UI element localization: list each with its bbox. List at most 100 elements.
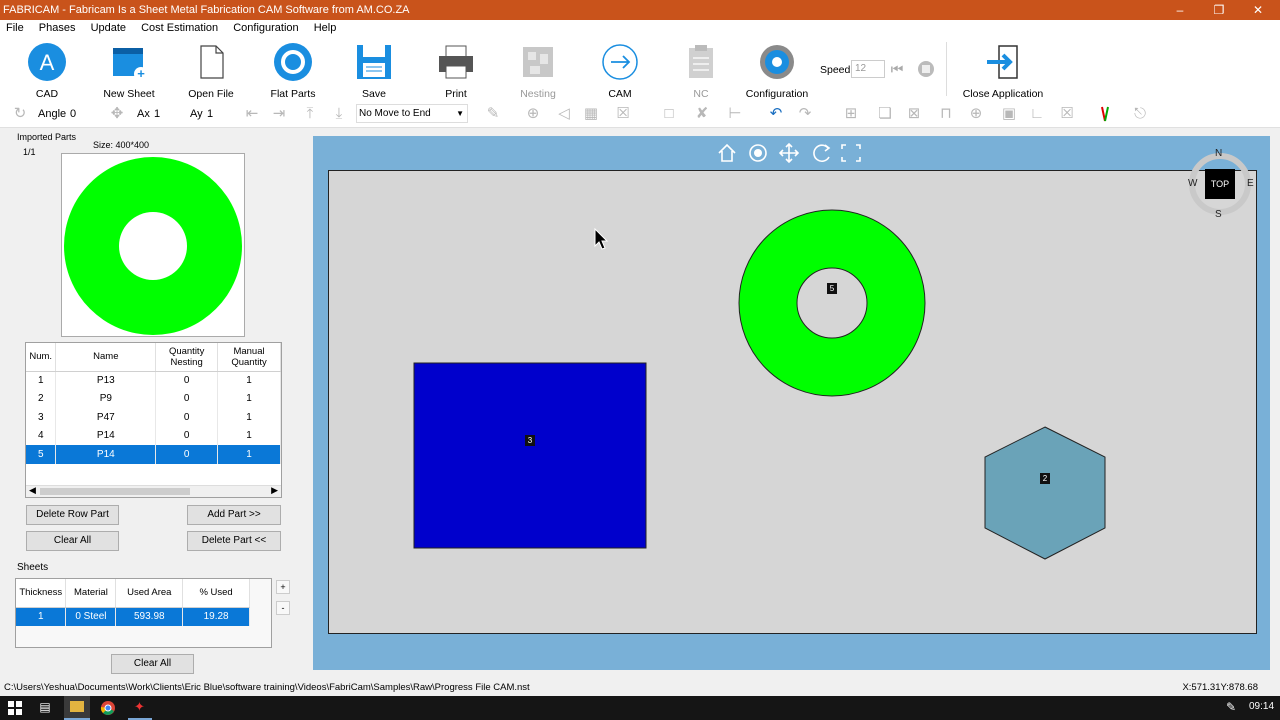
col-num[interactable]: Num. <box>26 343 57 372</box>
nesting-button[interactable]: Nesting <box>502 42 574 100</box>
home-icon[interactable] <box>718 143 736 162</box>
table-row-selected[interactable]: 5 P14 0 1 <box>26 445 281 464</box>
close-application-button[interactable]: Close Application <box>962 42 1044 100</box>
taskbar-app-explorer[interactable] <box>64 696 90 720</box>
rotate-icon[interactable]: ↻ <box>11 105 29 123</box>
move-mode-select[interactable]: No Move to End ▼ <box>356 104 468 123</box>
rotate-view-icon[interactable] <box>813 144 831 163</box>
menu-cost-estimation[interactable]: Cost Estimation <box>135 20 224 34</box>
print-button[interactable]: Print <box>420 42 492 100</box>
cam-button[interactable]: CAM <box>584 42 656 100</box>
mirror-icon[interactable]: ◁ <box>555 105 573 123</box>
col-material[interactable]: Material <box>65 579 117 608</box>
pan-icon[interactable] <box>778 142 800 164</box>
col-manual-quantity[interactable]: Manual Quantity <box>217 343 281 372</box>
edit-shape-icon[interactable]: □ <box>660 105 678 123</box>
move-left-icon[interactable]: ⇤ <box>243 105 261 123</box>
stop-icon[interactable] <box>916 60 936 78</box>
metal-sheet[interactable]: 3 5 2 <box>328 170 1257 634</box>
step-back-icon[interactable]: ⏮ <box>887 60 907 78</box>
move-down-icon[interactable]: ⤓ <box>330 105 348 123</box>
cell-manual-qty[interactable]: 1 <box>217 426 281 445</box>
pen-icon[interactable]: ✎ <box>1226 700 1242 716</box>
restore-button[interactable]: ❐ <box>1199 0 1239 20</box>
delete-row-part-button[interactable]: Delete Row Part <box>26 505 119 525</box>
col-quantity-nesting[interactable]: Quantity Nesting <box>155 343 219 372</box>
sheet-row-selected[interactable]: 1 0 Steel 593.98 19.28 <box>16 607 250 626</box>
col-pct-used[interactable]: % Used <box>182 579 250 608</box>
open-file-button[interactable]: Open File <box>175 42 247 100</box>
scrollbar-thumb[interactable] <box>40 488 190 495</box>
table-row[interactable]: 1 P13 0 1 <box>26 371 281 390</box>
sheets-clear-all-button[interactable]: Clear All <box>111 654 194 674</box>
fullscreen-icon[interactable] <box>841 144 861 162</box>
nc-button[interactable]: NC <box>665 42 737 100</box>
ay-input[interactable]: 1 <box>207 108 237 120</box>
col-used-area[interactable]: Used Area <box>115 579 184 608</box>
frame-icon[interactable]: ▣ <box>1000 105 1018 123</box>
cell-manual-qty[interactable]: 1 <box>217 389 281 408</box>
align-icon[interactable]: ⊢ <box>726 105 744 123</box>
lines-icon[interactable] <box>1098 105 1114 123</box>
move-icon[interactable]: ✥ <box>108 105 126 123</box>
table-row[interactable]: 3 P47 0 1 <box>26 408 281 427</box>
horizontal-scrollbar[interactable]: ◀ ▶ <box>26 485 281 497</box>
minimize-button[interactable]: – <box>1160 0 1200 20</box>
remove-sheet-icon[interactable]: - <box>276 601 290 615</box>
table-row[interactable]: 4 P14 0 1 <box>26 426 281 445</box>
col-name[interactable]: Name <box>55 343 157 372</box>
new-sheet-button[interactable]: + New Sheet <box>93 42 165 100</box>
crossed-box-icon[interactable]: ☒ <box>1058 105 1076 123</box>
menu-help[interactable]: Help <box>308 20 343 34</box>
add-circle-icon[interactable]: ⊕ <box>524 105 542 123</box>
cell-manual-qty[interactable]: 1 <box>217 445 281 464</box>
view-cube-top[interactable]: TOP <box>1205 169 1235 199</box>
focus-icon[interactable] <box>749 144 767 162</box>
add-part-button[interactable]: Add Part >> <box>187 505 281 525</box>
close-window-button[interactable]: ✕ <box>1238 0 1278 20</box>
split-icon[interactable]: ⊕ <box>967 105 985 123</box>
ax-input[interactable]: 1 <box>154 108 184 120</box>
save-button[interactable]: Save <box>338 42 410 100</box>
windows-start-icon[interactable] <box>8 701 22 715</box>
bracket-icon[interactable]: ⊓ <box>937 105 955 123</box>
part-3-rectangle[interactable] <box>413 362 647 549</box>
trim-icon[interactable]: ✘ <box>693 105 711 123</box>
menu-update[interactable]: Update <box>85 20 132 34</box>
clear-all-button[interactable]: Clear All <box>26 531 119 551</box>
task-view-icon[interactable]: ▤ <box>37 700 53 716</box>
flat-parts-button[interactable]: Flat Parts <box>257 42 329 100</box>
nest-icon[interactable]: ▦ <box>582 105 600 123</box>
taskbar-app-fabricam[interactable]: ✦ <box>128 696 152 720</box>
export-icon[interactable]: ⎋ <box>1131 105 1149 123</box>
configuration-button[interactable]: Configuration <box>741 42 813 100</box>
menu-file[interactable]: File <box>0 20 30 34</box>
move-up-icon[interactable]: ⤒ <box>301 105 319 123</box>
table-row[interactable]: 2 P9 0 1 <box>26 389 281 408</box>
corner-icon[interactable]: ∟ <box>1028 105 1046 123</box>
chrome-icon[interactable] <box>100 700 116 716</box>
copy-icon[interactable]: ❏ <box>876 105 894 123</box>
cell-manual-qty[interactable]: 1 <box>217 408 281 427</box>
view-compass[interactable]: N S W E TOP <box>1180 148 1260 220</box>
undo-icon[interactable]: ↶ <box>767 105 785 123</box>
scroll-left-icon[interactable]: ◀ <box>29 485 36 496</box>
redo-icon[interactable]: ↷ <box>796 105 814 123</box>
cell-manual-qty[interactable]: 1 <box>217 371 281 390</box>
scroll-right-icon[interactable]: ▶ <box>271 485 278 496</box>
nc-delete-icon[interactable]: ☒ <box>614 105 632 123</box>
menu-phases[interactable]: Phases <box>33 20 82 34</box>
pencil-icon[interactable]: ✎ <box>484 105 502 123</box>
col-thickness[interactable]: Thickness <box>16 579 67 608</box>
menu-configuration[interactable]: Configuration <box>227 20 304 34</box>
delete-box-icon[interactable]: ⊠ <box>905 105 923 123</box>
add-sheet-icon[interactable]: + <box>276 580 290 594</box>
clock[interactable]: 09:14 <box>1249 701 1274 712</box>
part-2-hexagon[interactable] <box>984 426 1106 560</box>
speed-spinner[interactable]: 12 <box>851 60 885 78</box>
delete-part-button[interactable]: Delete Part << <box>187 531 281 551</box>
move-right-icon[interactable]: ⇥ <box>270 105 288 123</box>
angle-input[interactable]: 0 <box>70 108 100 120</box>
array-icon[interactable]: ⊞ <box>842 105 860 123</box>
cad-button[interactable]: A CAD <box>11 42 83 100</box>
